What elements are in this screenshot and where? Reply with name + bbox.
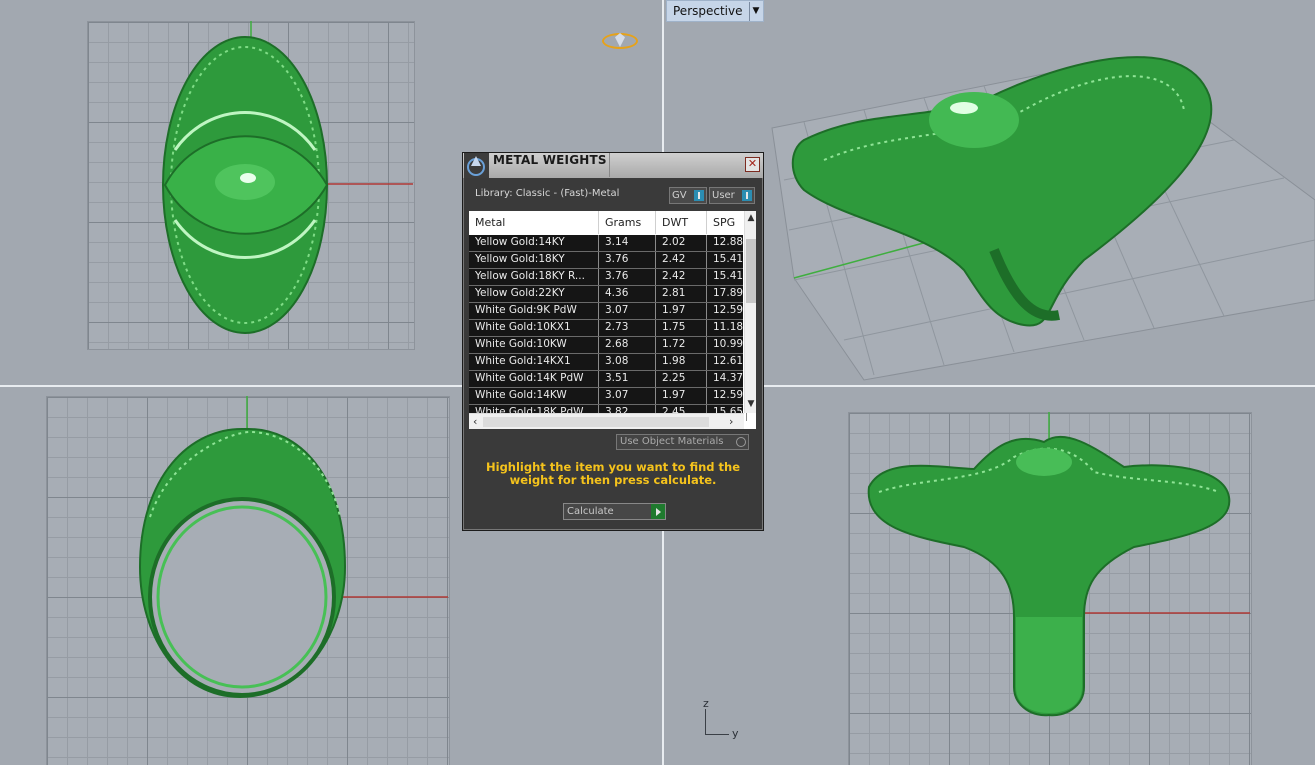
cell-metal: White Gold:10KX1 (469, 320, 599, 336)
table-horizontal-scrollbar[interactable]: ‹ › (469, 413, 744, 429)
cell-metal: White Gold:14KW (469, 388, 599, 404)
cell-dwt: 1.72 (656, 337, 707, 353)
metal-weights-dialog: METAL WEIGHTS ✕ Library: Classic - (Fast… (462, 152, 764, 531)
scroll-thumb[interactable] (746, 239, 756, 303)
table-body: Yellow Gold:14KY 3.14 2.02 12.88 Yellow … (469, 235, 747, 422)
cell-metal: Yellow Gold:18KY (469, 252, 599, 268)
cell-spg: 17.89 (707, 286, 747, 302)
cell-dwt: 2.02 (656, 235, 707, 251)
table-row[interactable]: White Gold:14K PdW 3.51 2.25 14.37 (469, 371, 747, 388)
cell-spg: 12.59 (707, 388, 747, 404)
cell-grams: 3.51 (599, 371, 656, 387)
play-icon[interactable] (651, 504, 665, 519)
scroll-right-icon[interactable]: › (729, 414, 733, 429)
column-header-dwt[interactable]: DWT (656, 211, 707, 234)
hint-text: Highlight the item you want to find the … (486, 460, 740, 487)
cell-metal: White Gold:9K PdW (469, 303, 599, 319)
table-row[interactable]: White Gold:10KX1 2.73 1.75 11.18 (469, 320, 747, 337)
scroll-left-icon[interactable]: ‹ (473, 414, 477, 429)
table-row[interactable]: Yellow Gold:18KY 3.76 2.42 15.41 (469, 252, 747, 269)
use-object-materials-toggle[interactable]: Use Object Materials (616, 434, 749, 450)
cell-grams: 2.68 (599, 337, 656, 353)
scroll-down-icon[interactable]: ▼ (745, 399, 756, 409)
scroll-thumb[interactable] (483, 417, 709, 427)
table-row[interactable]: White Gold:10KW 2.68 1.72 10.99 (469, 337, 747, 354)
cell-dwt: 2.42 (656, 269, 707, 285)
dialog-titlebar[interactable]: METAL WEIGHTS ✕ (463, 153, 763, 178)
scroll-up-icon[interactable]: ▲ (745, 213, 756, 223)
cell-grams: 3.76 (599, 269, 656, 285)
cell-metal: Yellow Gold:14KY (469, 235, 599, 251)
cell-spg: 12.88 (707, 235, 747, 251)
cell-dwt: 1.98 (656, 354, 707, 370)
close-icon[interactable]: ✕ (745, 157, 760, 172)
cell-spg: 12.59 (707, 303, 747, 319)
cell-spg: 15.41 (707, 269, 747, 285)
cell-dwt: 1.97 (656, 303, 707, 319)
axis-indicator: z y (700, 697, 740, 740)
cell-metal: White Gold:10KW (469, 337, 599, 353)
column-header-grams[interactable]: Grams (599, 211, 656, 234)
cell-grams: 2.73 (599, 320, 656, 336)
cell-dwt: 1.75 (656, 320, 707, 336)
viewport-title-perspective[interactable]: Perspective ▼ (666, 0, 765, 22)
cell-spg: 11.18 (707, 320, 747, 336)
cell-dwt: 2.42 (656, 252, 707, 268)
cell-metal: White Gold:14KX1 (469, 354, 599, 370)
cell-grams: 3.07 (599, 303, 656, 319)
cell-grams: 3.07 (599, 388, 656, 404)
cell-dwt: 2.81 (656, 286, 707, 302)
chevron-down-icon[interactable]: ▼ (748, 1, 759, 21)
app-logo-icon (464, 153, 489, 178)
gem-icon[interactable] (602, 33, 638, 49)
library-label: Library: Classic - (Fast)-Metal (475, 188, 620, 199)
cell-spg: 14.37 (707, 371, 747, 387)
table-row[interactable]: White Gold:14KW 3.07 1.97 12.59 (469, 388, 747, 405)
cell-metal: Yellow Gold:18KY R... (469, 269, 599, 285)
table-row[interactable]: White Gold:9K PdW 3.07 1.97 12.59 (469, 303, 747, 320)
column-header-metal[interactable]: Metal (469, 211, 599, 234)
table-header: Metal Grams DWT SPG (469, 211, 747, 234)
table-row[interactable]: Yellow Gold:22KY 4.36 2.81 17.89 (469, 286, 747, 303)
use-object-materials-label: Use Object Materials (620, 436, 724, 447)
calculate-button[interactable]: Calculate (563, 503, 666, 520)
axis-y-label: y (732, 727, 739, 740)
cell-spg: 12.61 (707, 354, 747, 370)
gv-label: GV (672, 190, 687, 201)
dialog-title: METAL WEIGHTS (493, 153, 607, 167)
cell-grams: 4.36 (599, 286, 656, 302)
cell-spg: 15.41 (707, 252, 747, 268)
cell-dwt: 1.97 (656, 388, 707, 404)
column-header-spg[interactable]: SPG (707, 211, 747, 234)
table-row[interactable]: White Gold:14KX1 3.08 1.98 12.61 (469, 354, 747, 371)
viewport-title-label: Perspective (673, 3, 743, 18)
cell-metal: Yellow Gold:22KY (469, 286, 599, 302)
gv-toggle[interactable]: GV (669, 187, 707, 204)
table-row[interactable]: Yellow Gold:14KY 3.14 2.02 12.88 (469, 235, 747, 252)
calculate-label: Calculate (567, 506, 614, 517)
metal-table[interactable]: Metal Grams DWT SPG Yellow Gold:14KY 3.1… (469, 211, 756, 429)
cell-spg: 10.99 (707, 337, 747, 353)
axis-z-label: z (703, 697, 709, 710)
cell-metal: White Gold:14K PdW (469, 371, 599, 387)
table-vertical-scrollbar[interactable]: ▲ ▼ (744, 211, 756, 413)
user-toggle[interactable]: User (709, 187, 755, 204)
cell-dwt: 2.25 (656, 371, 707, 387)
user-label: User (712, 190, 735, 201)
table-row[interactable]: Yellow Gold:18KY R... 3.76 2.42 15.41 (469, 269, 747, 286)
cell-grams: 3.14 (599, 235, 656, 251)
radio-icon (736, 437, 746, 447)
cell-grams: 3.76 (599, 252, 656, 268)
cell-grams: 3.08 (599, 354, 656, 370)
